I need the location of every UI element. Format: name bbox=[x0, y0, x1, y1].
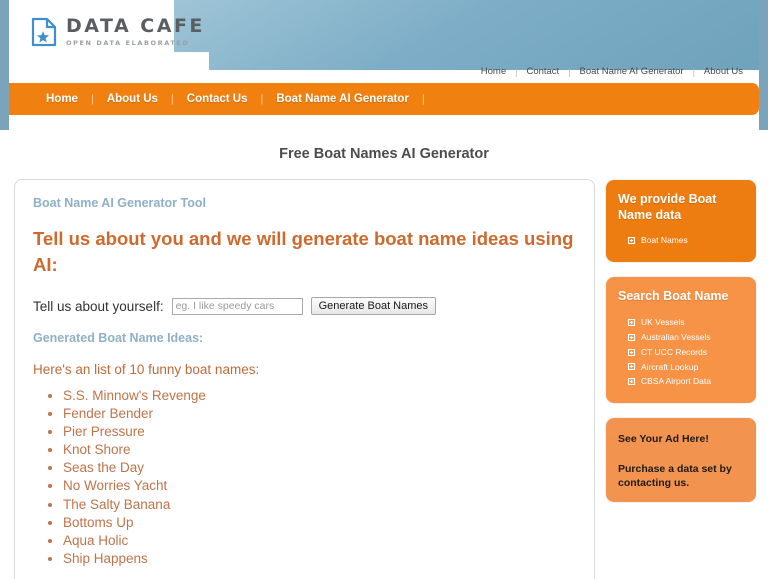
tool-heading: Boat Name AI Generator Tool bbox=[33, 196, 206, 210]
generate-boat-names-button[interactable]: Generate Boat Names bbox=[310, 297, 437, 316]
list-item: Ship Happens bbox=[63, 550, 576, 568]
plus-square-icon bbox=[628, 378, 635, 386]
right-rail bbox=[759, 0, 768, 130]
about-yourself-input[interactable] bbox=[171, 297, 303, 315]
topnav-item-contact[interactable]: Contact bbox=[517, 66, 568, 77]
plus-square-icon bbox=[628, 318, 635, 326]
boat-names-list: S.S. Minnow's Revenge Fender Bender Pier… bbox=[33, 387, 576, 568]
list-item: Knot Shore bbox=[63, 441, 576, 459]
logo-subtitle: OPEN DATA ELABORATED bbox=[66, 39, 190, 48]
logo-title: DATA CAFE bbox=[66, 15, 205, 38]
page-title: Free Boat Names AI Generator bbox=[279, 146, 489, 162]
sidebar-item-label: Australian Vessels bbox=[641, 331, 711, 342]
nav-item-about-us[interactable]: About Us bbox=[94, 93, 171, 105]
topnav-item-boat-name-ai-generator[interactable]: Boat Name AI Generator bbox=[571, 66, 693, 77]
nav-item-contact-us[interactable]: Contact Us bbox=[174, 93, 261, 105]
nav-separator: | bbox=[421, 93, 425, 105]
lead-heading: Tell us about you and we will generate b… bbox=[33, 228, 574, 275]
sidebar-box-title: We provide Boat Name data bbox=[618, 192, 717, 222]
topnav-item-home[interactable]: Home bbox=[472, 66, 515, 77]
sidebar-item-uk-vessels[interactable]: UK Vessels bbox=[628, 317, 744, 328]
sidebar-link-list: UK Vessels Australian Vessels CT UCC Rec… bbox=[618, 317, 744, 387]
left-rail bbox=[0, 0, 9, 130]
about-yourself-label: Tell us about yourself: bbox=[33, 298, 164, 314]
results-heading: Generated Boat Name Ideas: bbox=[33, 331, 204, 346]
page-root: DATA CAFE OPEN DATA ELABORATED Home | Co… bbox=[0, 0, 768, 579]
sidebar-box-boat-name-data: We provide Boat Name data Boat Names bbox=[605, 179, 757, 263]
list-item: S.S. Minnow's Revenge bbox=[63, 387, 576, 405]
list-item: Bottoms Up bbox=[63, 514, 576, 532]
sidebar-item-label: CT UCC Records bbox=[641, 346, 707, 357]
nav-item-home[interactable]: Home bbox=[33, 93, 91, 105]
sidebar-item-aircraft-lookup[interactable]: Aircraft Lookup bbox=[628, 362, 744, 373]
sidebar-item-label: Aircraft Lookup bbox=[641, 361, 699, 372]
sidebar-item-boat-names[interactable]: Boat Names bbox=[628, 235, 744, 246]
generator-form: Tell us about yourself: Generate Boat Na… bbox=[33, 297, 576, 316]
sidebar-item-label: Boat Names bbox=[641, 235, 688, 245]
list-item: Pier Pressure bbox=[63, 423, 576, 441]
document-star-icon bbox=[31, 17, 57, 47]
results-intro: Here's an list of 10 funny boat names: bbox=[33, 362, 260, 378]
sidebar-item-label: UK Vessels bbox=[641, 316, 685, 327]
utility-nav: Home | Contact | Boat Name AI Generator … bbox=[472, 66, 752, 77]
topnav-item-about-us[interactable]: About Us bbox=[695, 66, 752, 77]
sidebar-link-list: Boat Names bbox=[618, 235, 744, 246]
list-item: The Salty Banana bbox=[63, 496, 576, 514]
sidebar-item-australian-vessels[interactable]: Australian Vessels bbox=[628, 332, 744, 343]
primary-nav: Home | About Us | Contact Us | Boat Name… bbox=[9, 83, 759, 115]
sidebar-item-cbsa-airport-data[interactable]: CBSA Airport Data bbox=[628, 376, 744, 387]
sidebar-box-title: Search Boat Name bbox=[618, 288, 729, 303]
list-item: No Worries Yacht bbox=[63, 477, 576, 495]
plus-square-icon bbox=[628, 363, 635, 371]
site-header: DATA CAFE OPEN DATA ELABORATED bbox=[9, 0, 759, 70]
sidebar-box-search-boat-name: Search Boat Name UK Vessels Australian V… bbox=[605, 275, 757, 405]
right-sidebar: We provide Boat Name data Boat Names Sea… bbox=[605, 179, 757, 516]
sidebar-box-advertisement[interactable]: See Your Ad Here! Purchase a data set by… bbox=[605, 417, 757, 504]
sidebar-item-ct-ucc-records[interactable]: CT UCC Records bbox=[628, 347, 744, 358]
nav-item-boat-name-ai-generator[interactable]: Boat Name AI Generator bbox=[263, 93, 422, 105]
list-item: Aqua Holic bbox=[63, 532, 576, 550]
plus-square-icon bbox=[628, 348, 635, 356]
list-item: Fender Bender bbox=[63, 405, 576, 423]
ad-body: Purchase a data set by contacting us. bbox=[618, 462, 732, 489]
site-logo[interactable]: DATA CAFE OPEN DATA ELABORATED bbox=[31, 17, 205, 47]
sidebar-item-label: CBSA Airport Data bbox=[641, 376, 711, 387]
plus-square-icon bbox=[628, 333, 635, 341]
list-item: Seas the Day bbox=[63, 459, 576, 477]
ad-headline: See Your Ad Here! bbox=[618, 433, 709, 446]
header-swoosh-fill bbox=[69, 52, 209, 70]
plus-square-icon bbox=[628, 236, 635, 244]
main-content-panel: Boat Name AI Generator Tool Tell us abou… bbox=[14, 179, 595, 579]
header-banner-graphic bbox=[174, 0, 759, 70]
